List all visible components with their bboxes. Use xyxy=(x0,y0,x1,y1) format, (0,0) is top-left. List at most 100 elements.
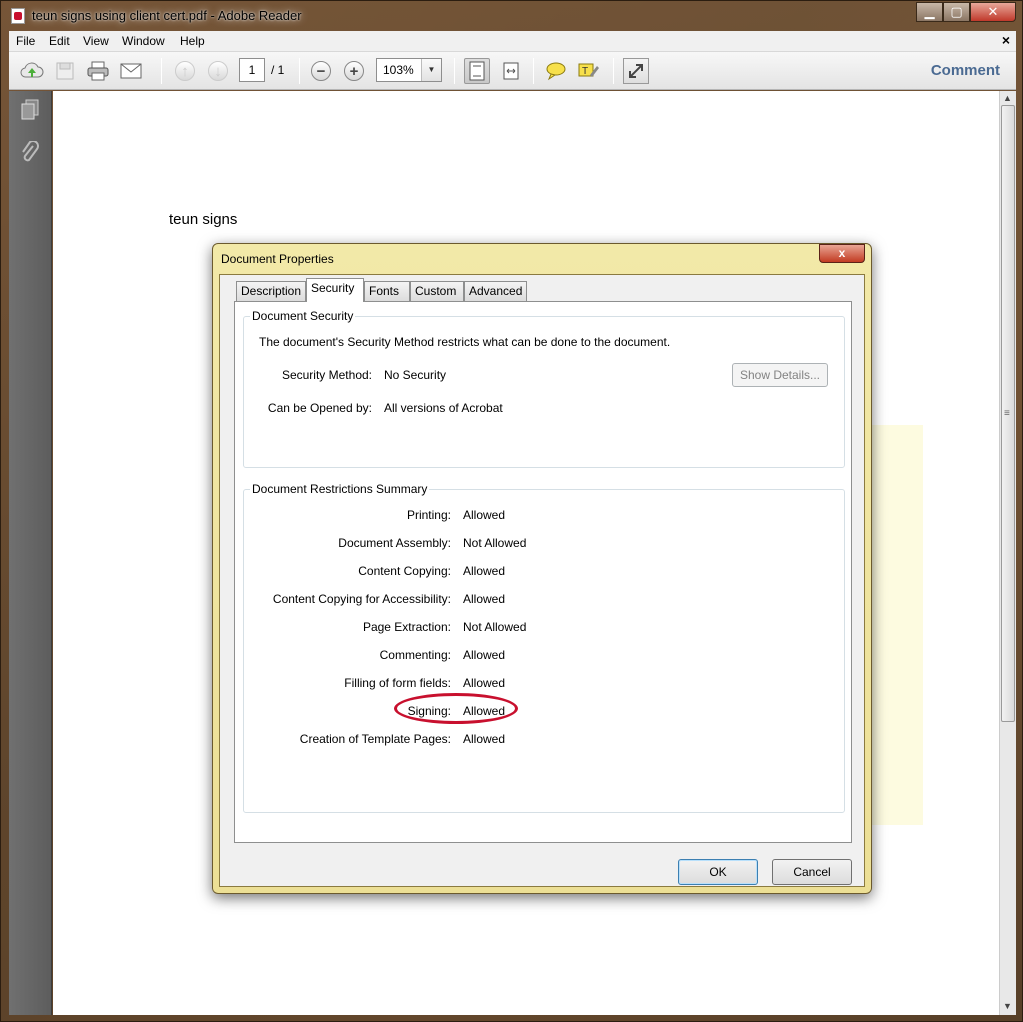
menu-help[interactable]: Help xyxy=(180,34,205,48)
printer-icon xyxy=(87,61,109,81)
print-button[interactable] xyxy=(85,58,111,84)
maximize-button[interactable]: ▢ xyxy=(943,2,970,22)
pages-panel-button[interactable] xyxy=(19,99,41,123)
toolbar-separator xyxy=(533,58,534,84)
restrictions-summary-group: Document Restrictions Summary Printing: … xyxy=(243,482,845,813)
email-button[interactable] xyxy=(118,58,144,84)
restriction-label: Creation of Template Pages: xyxy=(299,732,451,746)
restriction-label: Commenting: xyxy=(379,648,451,662)
close-window-button[interactable]: ✕ xyxy=(970,2,1016,22)
scroll-down-icon[interactable]: ▼ xyxy=(1003,1001,1012,1011)
envelope-icon xyxy=(120,63,142,79)
security-method-value: No Security xyxy=(384,368,447,382)
highlighter-icon: T xyxy=(578,63,599,77)
window-title: teun signs using client cert.pdf - Adobe… xyxy=(32,8,302,23)
dialog-close-button[interactable]: x xyxy=(819,244,865,263)
fit-width-icon xyxy=(503,62,519,80)
app-window: teun signs using client cert.pdf - Adobe… xyxy=(0,0,1023,1022)
restriction-value: Allowed xyxy=(463,732,506,746)
restriction-value: Allowed xyxy=(463,508,506,522)
minimize-icon: ▁ xyxy=(924,4,935,19)
scroll-up-icon[interactable]: ▲ xyxy=(1003,93,1012,103)
create-upload-button[interactable] xyxy=(19,58,45,84)
opened-by-value: All versions of Acrobat xyxy=(384,401,503,415)
red-annotation-ellipse xyxy=(394,693,518,724)
menu-bar: File Edit View Window Help × xyxy=(9,31,1016,52)
speech-bubble-icon xyxy=(546,62,566,81)
window-controls: ▁ ▢ ✕ xyxy=(916,2,1016,22)
previous-page-button[interactable]: ↑ xyxy=(172,58,198,84)
menu-view[interactable]: View xyxy=(83,34,109,48)
ok-button[interactable]: OK xyxy=(678,859,758,885)
zoom-value: 103% xyxy=(383,63,414,77)
page-number-input[interactable]: 1 xyxy=(239,58,265,82)
sticky-note-button[interactable] xyxy=(543,58,569,84)
fit-width-button[interactable] xyxy=(498,58,524,84)
toolbar-separator xyxy=(454,58,455,84)
expand-icon xyxy=(629,64,643,78)
security-tab-panel: Document Security The document's Securit… xyxy=(234,301,852,843)
toolbar: ↑ ↓ 1 / 1 − + 103% ▼ T Comment xyxy=(9,52,1016,90)
chevron-down-icon[interactable]: ▼ xyxy=(421,59,441,81)
minus-icon: − xyxy=(311,61,331,81)
restriction-label: Content Copying: xyxy=(358,564,451,578)
menu-edit[interactable]: Edit xyxy=(49,34,70,48)
page-total: / 1 xyxy=(271,63,285,77)
zoom-in-button[interactable]: + xyxy=(341,58,367,84)
restriction-label: Printing: xyxy=(406,508,451,522)
dialog-body: Description Security Fonts Custom Advanc… xyxy=(219,274,865,887)
document-properties-dialog: Document Properties x Description Securi… xyxy=(212,243,872,894)
restriction-label: Page Extraction: xyxy=(362,620,451,634)
tab-security[interactable]: Security xyxy=(306,278,364,302)
dialog-title: Document Properties xyxy=(221,252,334,266)
full-screen-button[interactable] xyxy=(623,58,649,84)
close-icon: ✕ xyxy=(987,4,999,19)
opened-by-label: Can be Opened by: xyxy=(267,401,372,415)
restriction-value: Not Allowed xyxy=(463,620,527,634)
security-method-label: Security Method: xyxy=(281,368,372,382)
fit-page-button[interactable] xyxy=(464,58,490,84)
restriction-value: Allowed xyxy=(463,648,506,662)
fit-page-icon xyxy=(469,61,485,81)
restriction-label: Content Copying for Accessibility: xyxy=(272,592,451,606)
menu-window[interactable]: Window xyxy=(122,34,165,48)
menu-file[interactable]: File xyxy=(16,34,35,48)
highlight-text-button[interactable]: T xyxy=(576,58,602,84)
zoom-out-button[interactable]: − xyxy=(308,58,334,84)
tab-custom[interactable]: Custom xyxy=(410,281,464,301)
restriction-value: Allowed xyxy=(463,592,506,606)
document-security-group: Document Security The document's Securit… xyxy=(243,309,845,468)
security-intro-text: The document's Security Method restricts… xyxy=(259,335,671,349)
toolbar-separator xyxy=(299,58,300,84)
toolbar-separator xyxy=(613,58,614,84)
cloud-upload-icon xyxy=(20,62,44,78)
navigation-pane xyxy=(9,91,52,1015)
restriction-label: Document Assembly: xyxy=(338,536,451,550)
save-button[interactable] xyxy=(52,58,78,84)
restriction-label: Filling of form fields: xyxy=(344,676,451,690)
tab-advanced[interactable]: Advanced xyxy=(464,281,527,301)
adobe-reader-icon xyxy=(11,8,25,24)
scrollbar-thumb[interactable] xyxy=(1001,105,1015,722)
paperclip-icon xyxy=(22,140,39,162)
minimize-button[interactable]: ▁ xyxy=(916,2,943,22)
restriction-value: Allowed xyxy=(463,676,506,690)
attachments-panel-button[interactable] xyxy=(19,140,41,165)
svg-text:T: T xyxy=(582,66,588,77)
cancel-button[interactable]: Cancel xyxy=(772,859,852,885)
group-legend: Document Restrictions Summary xyxy=(250,482,430,496)
vertical-scrollbar[interactable]: ▲ ▼ xyxy=(999,91,1016,1015)
show-details-button[interactable]: Show Details... xyxy=(732,363,828,387)
tab-fonts[interactable]: Fonts xyxy=(364,281,410,301)
maximize-icon: ▢ xyxy=(950,4,963,19)
restriction-value: Not Allowed xyxy=(463,536,527,550)
next-page-button[interactable]: ↓ xyxy=(205,58,231,84)
toolbar-separator xyxy=(161,58,162,84)
tab-description[interactable]: Description xyxy=(236,281,306,301)
pages-icon xyxy=(21,99,39,120)
comment-pane-link[interactable]: Comment xyxy=(931,62,1000,79)
title-bar[interactable]: teun signs using client cert.pdf - Adobe… xyxy=(1,1,1022,31)
close-document-button[interactable]: × xyxy=(1002,32,1010,48)
zoom-select[interactable]: 103% ▼ xyxy=(376,58,442,82)
document-text: teun signs xyxy=(169,211,238,228)
